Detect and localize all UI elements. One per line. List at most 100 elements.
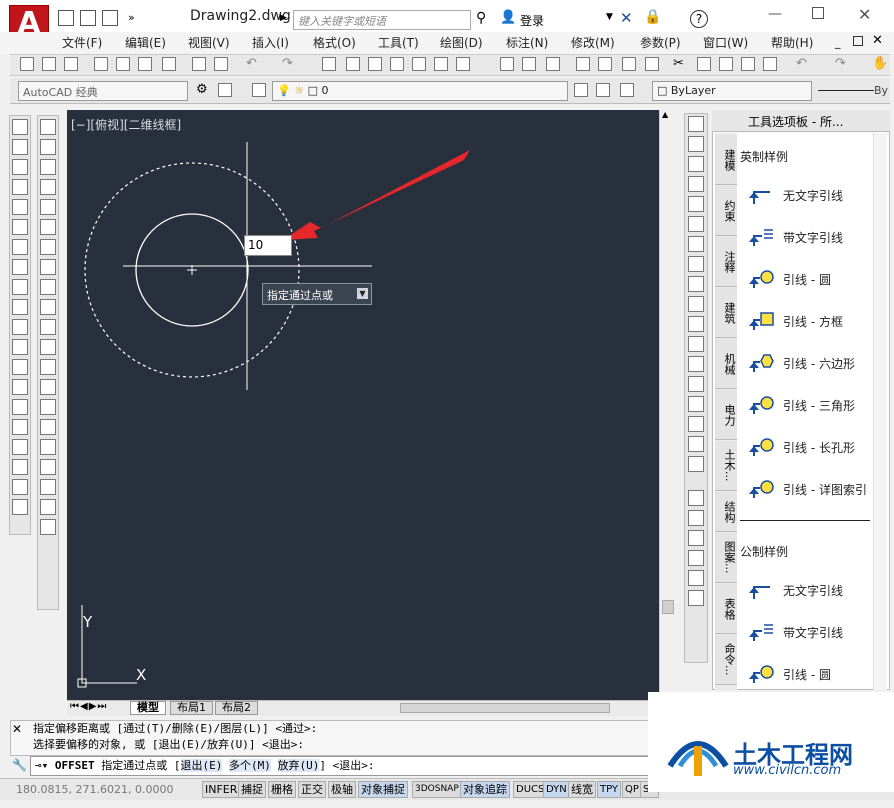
- login-dropdown-icon[interactable]: ▼: [606, 12, 613, 22]
- tb-brush-icon[interactable]: [214, 57, 228, 71]
- offset-icon[interactable]: [688, 176, 704, 192]
- stretch-icon[interactable]: [688, 276, 704, 292]
- status-tpy[interactable]: TPY: [597, 781, 622, 798]
- tb2-new-icon[interactable]: [500, 57, 514, 71]
- palette-tab-architecture[interactable]: 建筑: [715, 288, 737, 338]
- tb2-print-icon[interactable]: [576, 57, 590, 71]
- tab-model[interactable]: 模型: [130, 701, 166, 715]
- palette-tab-electrical[interactable]: 电力: [715, 390, 737, 440]
- line-icon[interactable]: [12, 119, 28, 135]
- dim-angular-icon[interactable]: [40, 259, 56, 275]
- tab-layout1[interactable]: 布局1: [170, 701, 213, 715]
- status-3dosnap[interactable]: 3DOSNAP: [412, 781, 462, 798]
- menu-help[interactable]: 帮助(H): [771, 34, 813, 51]
- tb-toolpalette-icon[interactable]: [390, 57, 404, 71]
- drawing-canvas[interactable]: [−][俯视][二维线框] 10 指定通过点或 ▼ Y X: [67, 110, 659, 700]
- draw-order-under-icon[interactable]: [688, 550, 704, 566]
- tb2-publish-icon[interactable]: [622, 57, 636, 71]
- palette-item[interactable]: 引线 - 详图索引: [748, 476, 878, 506]
- scroll-thumb[interactable]: [662, 600, 674, 614]
- ellipse-icon[interactable]: [12, 299, 28, 315]
- trim-icon[interactable]: [688, 296, 704, 312]
- dim-arc-icon[interactable]: [40, 159, 56, 175]
- tb-properties-icon[interactable]: [346, 57, 360, 71]
- palette-item[interactable]: 带文字引线: [748, 224, 878, 254]
- workspace-settings-icon[interactable]: ⚙: [196, 82, 208, 97]
- option-undo[interactable]: 放弃(U): [277, 759, 320, 772]
- tb-sheetset-icon[interactable]: [412, 57, 426, 71]
- hatch-back-icon[interactable]: [688, 590, 704, 606]
- tb2-3d-icon[interactable]: [645, 57, 659, 71]
- tb-designcenter-icon[interactable]: [368, 57, 382, 71]
- login-link[interactable]: 登录: [520, 12, 544, 29]
- palette-tab-table[interactable]: 表格: [715, 584, 737, 634]
- region-icon[interactable]: [12, 439, 28, 455]
- dim-baseline-icon[interactable]: [40, 299, 56, 315]
- hatch-icon[interactable]: [12, 399, 28, 415]
- palette-tab-hatch[interactable]: 图案...: [715, 533, 737, 583]
- erase-icon[interactable]: [688, 116, 704, 132]
- palette-title[interactable]: 工具选项板 - 所...: [712, 110, 890, 132]
- array-icon[interactable]: [688, 196, 704, 212]
- tb2-redo-icon[interactable]: ↷: [835, 56, 846, 71]
- palette-item[interactable]: 引线 - 六边形: [748, 350, 878, 380]
- help-icon[interactable]: ?: [690, 10, 708, 28]
- scroll-up-icon[interactable]: ▲: [662, 110, 668, 119]
- layer-previous-icon[interactable]: [596, 83, 610, 97]
- dim-style-icon[interactable]: [40, 519, 56, 535]
- tb-new-icon[interactable]: [20, 57, 34, 71]
- menu-tools[interactable]: 工具(T): [378, 34, 419, 51]
- dim-space-icon[interactable]: [40, 339, 56, 355]
- status-osnap[interactable]: 对象捕捉: [358, 781, 408, 798]
- dynamic-input-field[interactable]: 10: [244, 235, 292, 256]
- tb-cut-icon[interactable]: ✂: [673, 56, 684, 71]
- menu-file[interactable]: 文件(F): [62, 34, 102, 51]
- palette-item[interactable]: 引线 - 长孔形: [748, 434, 878, 464]
- ellipse-arc-icon[interactable]: [12, 319, 28, 335]
- tb-pan-hand-icon[interactable]: ✋: [872, 56, 888, 71]
- dim-edit-icon[interactable]: [40, 459, 56, 475]
- break-icon[interactable]: [688, 356, 704, 372]
- doc-minimize-button[interactable]: _: [835, 36, 841, 49]
- dim-diameter-icon[interactable]: [40, 239, 56, 255]
- command-customize-icon[interactable]: 🔧: [12, 758, 27, 772]
- tb-save-icon[interactable]: [64, 57, 78, 71]
- tb2-open-icon[interactable]: [522, 57, 536, 71]
- new-file-icon[interactable]: [58, 10, 74, 26]
- menu-parameter[interactable]: 参数(P): [640, 34, 681, 51]
- status-polar[interactable]: 极轴: [328, 781, 356, 798]
- search-input[interactable]: 键入关键字或短语: [293, 10, 471, 30]
- polygon-icon[interactable]: [12, 179, 28, 195]
- palette-tab-modeling[interactable]: 建模: [715, 135, 737, 185]
- make-current-layer-icon[interactable]: [574, 83, 588, 97]
- arc-icon[interactable]: [12, 219, 28, 235]
- blend-icon[interactable]: [688, 436, 704, 452]
- move-icon[interactable]: [688, 216, 704, 232]
- dim-aligned-icon[interactable]: [40, 139, 56, 155]
- palette-tab-structural[interactable]: 结构: [715, 492, 737, 532]
- status-grid[interactable]: 栅格: [268, 781, 296, 798]
- menu-draw[interactable]: 绘图(D): [440, 34, 483, 51]
- menu-modify[interactable]: 修改(M): [571, 34, 615, 51]
- tb2-undo-icon[interactable]: ↶: [796, 56, 807, 71]
- tab-nav-icons[interactable]: ⏮◀▶⏭: [70, 701, 107, 712]
- palette-scrollbar[interactable]: [873, 133, 887, 690]
- join-icon[interactable]: [688, 376, 704, 392]
- break-point-icon[interactable]: [688, 336, 704, 352]
- menu-dimension[interactable]: 标注(N): [506, 34, 548, 51]
- option-multiple[interactable]: 多个(M): [229, 759, 271, 772]
- table-icon[interactable]: [12, 459, 28, 475]
- tb-open-icon[interactable]: [42, 57, 56, 71]
- draw-order-front-icon[interactable]: [688, 490, 704, 506]
- mirror-icon[interactable]: [688, 156, 704, 172]
- status-ortho[interactable]: 正交: [298, 781, 326, 798]
- tb-redo-icon[interactable]: ↷: [282, 56, 293, 71]
- tb-markup-icon[interactable]: [434, 57, 448, 71]
- revcloud-icon[interactable]: [12, 259, 28, 275]
- more-icon[interactable]: »: [128, 11, 135, 24]
- open-file-icon[interactable]: [80, 10, 96, 26]
- dim-radius-icon[interactable]: [40, 199, 56, 215]
- tb2-save-icon[interactable]: [546, 57, 560, 71]
- layer-state-icon[interactable]: [620, 83, 634, 97]
- tb-calc-icon[interactable]: [456, 57, 470, 71]
